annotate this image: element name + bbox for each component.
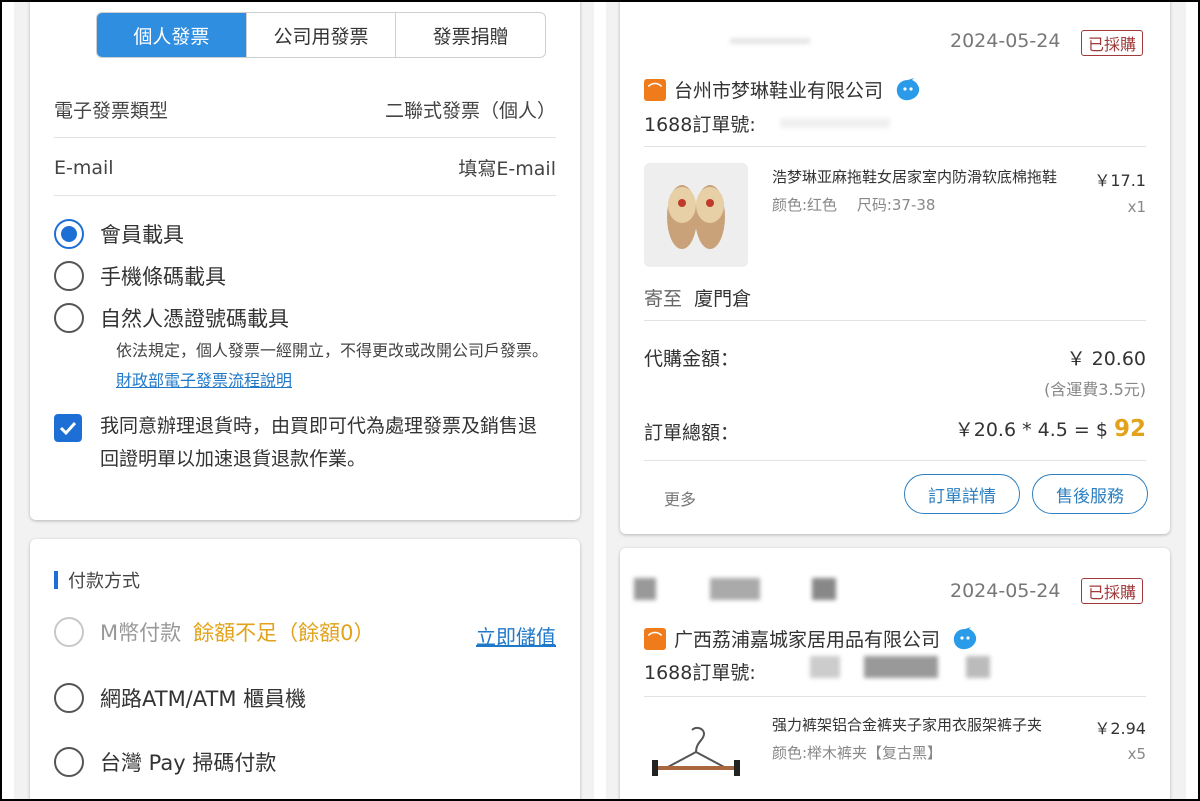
divider [644, 320, 1146, 321]
title-accent-bar [54, 571, 58, 589]
carrier-option-member[interactable]: 會員載具 [54, 219, 184, 249]
order-list-column: 2024-05-24 已採購 ⌒ 台州市梦琳鞋业有限公司 1688訂單號: 浩梦… [606, 2, 1186, 799]
radio-icon[interactable] [54, 261, 84, 291]
order-date: 2024-05-24 [950, 580, 1061, 602]
shop-name: 台州市梦琳鞋业有限公司 [674, 80, 884, 102]
top-up-link[interactable]: 立即儲值 [476, 621, 556, 650]
invoice-payment-column: 個人發票 公司用發票 發票捐贈 電子發票類型 二聯式發票（個人） E-mail … [14, 2, 594, 799]
redacted-order-number [810, 656, 840, 678]
product-spec: 颜色:红色 尺码:37-38 [772, 196, 936, 214]
ship-to-warehouse: 廈門倉 [694, 288, 752, 310]
tab-personal-invoice[interactable]: 個人發票 [97, 13, 246, 57]
order-total-formula: ￥20.6 * 4.5 = $ [954, 419, 1108, 441]
shipping-fee-note: (含運費3.5元) [1044, 380, 1146, 399]
return-agreement-text: 我同意辦理退貨時，由買即可代為處理發票及銷售退回證明單以加速退貨退款作業。 [100, 415, 538, 470]
payment-method-card: 付款方式 M幣付款 餘額不足（餘額0） 立即儲值 網路ATM/ATM 櫃員機 台… [30, 539, 580, 799]
order-date: 2024-05-24 [950, 30, 1061, 52]
product-price: ￥2.94 [1094, 719, 1146, 738]
tab-company-invoice[interactable]: 公司用發票 [245, 13, 396, 57]
radio-icon[interactable] [54, 747, 84, 777]
payment-option-atm[interactable]: 網路ATM/ATM 櫃員機 [54, 683, 306, 713]
divider [644, 460, 1146, 461]
order-total-row: ￥20.6 * 4.5 = $ 92 [955, 415, 1146, 442]
email-row: E-mail 填寫E-mail [54, 140, 556, 196]
tab-invoice-donation[interactable]: 發票捐贈 [395, 13, 545, 57]
hanger-image[interactable] [644, 712, 748, 799]
divider [644, 146, 1146, 147]
redacted-text [710, 578, 760, 600]
invoice-legal-note: 依法規定，個人發票一經開立，不得更改或改開公司戶發票。 財政部電子發票流程說明 [116, 336, 556, 396]
order-total-label: 訂單總額： [644, 422, 740, 444]
ship-to-row: 寄至 廈門倉 [644, 284, 751, 311]
payment-section-title: 付款方式 [54, 567, 140, 593]
order-status-badge: 已採購 [1081, 578, 1144, 604]
payment-option-label: 網路ATM/ATM 櫃員機 [100, 687, 307, 711]
ship-to-label: 寄至 [644, 288, 683, 310]
slipper-image[interactable] [644, 163, 748, 267]
redacted-text [730, 38, 810, 44]
product-quantity: x5 [1127, 745, 1146, 763]
return-agreement-checkbox-row[interactable]: 我同意辦理退貨時，由買即可代為處理發票及銷售退回證明單以加速退貨退款作業。 [54, 410, 554, 476]
order-status-badge: 已採購 [1081, 30, 1144, 56]
insufficient-balance-warning: 餘額不足（餘額0） [193, 621, 375, 645]
order-total-value: 92 [1113, 416, 1146, 442]
divider [644, 696, 1146, 697]
carrier-option-label: 會員載具 [100, 223, 184, 247]
checkbox-checked-icon[interactable] [54, 414, 82, 442]
product-name[interactable]: 强力裤架铝合金裤夹子家用衣服架裤子夹 [772, 714, 1088, 735]
order-number: 1688訂單號: [644, 114, 756, 136]
order-detail-button[interactable]: 訂單詳情 [904, 474, 1020, 514]
order-number: 1688訂單號: [644, 662, 756, 684]
note-text: 依法規定，個人發票一經開立，不得更改或改開公司戶發票。 [116, 341, 549, 360]
invoice-type-value: 二聯式發票（個人） [384, 100, 556, 122]
payment-option-taiwan-pay[interactable]: 台灣 Pay 掃碼付款 [54, 747, 276, 777]
order-card: 2024-05-24 已採購 ⌒ 广西荔浦嘉城家居用品有限公司 1688訂單號:… [620, 548, 1170, 799]
shop-logo-icon: ⌒ [644, 78, 666, 101]
redacted-text [812, 578, 836, 600]
product-name[interactable]: 浩梦琳亚麻拖鞋女居家室内防滑软底棉拖鞋 [772, 166, 1088, 187]
radio-disabled-icon [54, 617, 84, 647]
invoice-type-label: 電子發票類型 [54, 100, 169, 122]
shop-name-row[interactable]: ⌒ 台州市梦琳鞋业有限公司 [644, 76, 921, 103]
wangwang-chat-icon[interactable] [952, 626, 978, 651]
redacted-order-number [864, 656, 938, 678]
redacted-order-number [966, 656, 990, 678]
proxy-amount-value: ￥ 20.60 [1066, 348, 1146, 370]
carrier-option-citizen-certificate[interactable]: 自然人憑證號碼載具 [54, 303, 289, 333]
carrier-option-label: 手機條碼載具 [100, 265, 226, 289]
carrier-option-label: 自然人憑證號碼載具 [100, 307, 289, 331]
after-sales-button[interactable]: 售後服務 [1032, 474, 1148, 514]
product-price: ￥17.1 [1094, 171, 1146, 190]
invoice-type-row[interactable]: 電子發票類型 二聯式發票（個人） [54, 82, 556, 138]
invoice-type-tabs: 個人發票 公司用發票 發票捐贈 [96, 12, 546, 58]
more-button[interactable]: 更多 [664, 486, 696, 510]
payment-title-text: 付款方式 [68, 571, 140, 592]
radio-icon[interactable] [54, 303, 84, 333]
email-label: E-mail [54, 156, 114, 179]
payment-option-m-coin: M幣付款 餘額不足（餘額0） [54, 617, 375, 647]
proxy-amount-label: 代購金額： [644, 348, 740, 370]
mof-invoice-guide-link[interactable]: 財政部電子發票流程說明 [116, 371, 292, 390]
radio-icon[interactable] [54, 683, 84, 713]
shop-name-row[interactable]: ⌒ 广西荔浦嘉城家居用品有限公司 [644, 625, 978, 652]
payment-option-label: M幣付款 [100, 621, 182, 645]
shop-logo-icon: ⌒ [644, 627, 666, 650]
product-quantity: x1 [1127, 198, 1146, 216]
email-field[interactable]: 填寫E-mail [458, 154, 556, 181]
product-spec: 颜色:榉木裤夹【复古黑】 [772, 744, 943, 762]
invoice-card: 個人發票 公司用發票 發票捐贈 電子發票類型 二聯式發票（個人） E-mail … [30, 2, 580, 520]
radio-selected-icon[interactable] [54, 219, 84, 249]
redacted-order-number [780, 118, 890, 128]
order-card: 2024-05-24 已採購 ⌒ 台州市梦琳鞋业有限公司 1688訂單號: 浩梦… [620, 2, 1170, 534]
carrier-option-mobile-barcode[interactable]: 手機條碼載具 [54, 261, 226, 291]
payment-option-label: 台灣 Pay 掃碼付款 [100, 751, 277, 775]
redacted-text [634, 578, 656, 600]
shop-name: 广西荔浦嘉城家居用品有限公司 [674, 629, 941, 651]
wangwang-chat-icon[interactable] [895, 77, 921, 102]
